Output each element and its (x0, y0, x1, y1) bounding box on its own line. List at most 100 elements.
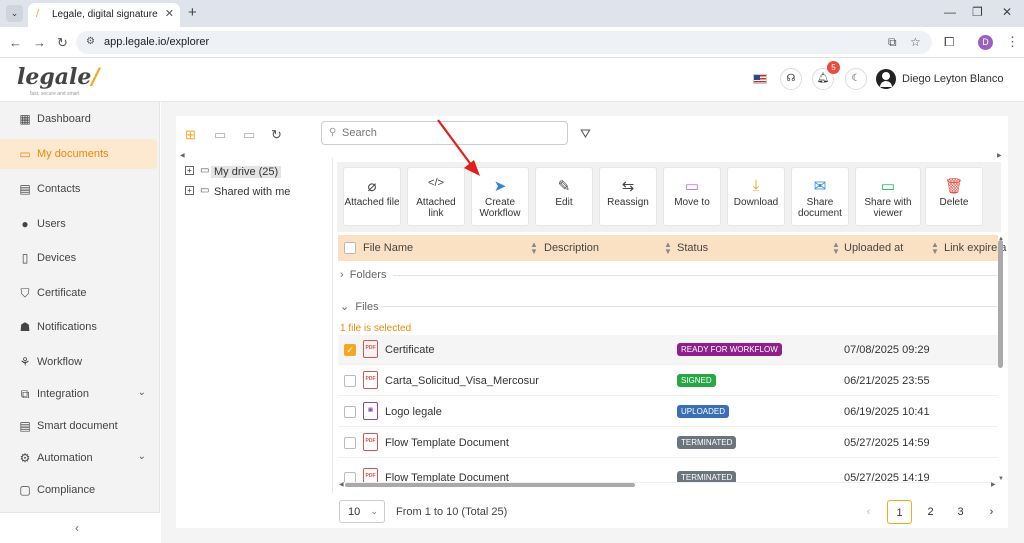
search-input[interactable] (342, 125, 562, 141)
bookmark-star-icon[interactable]: ☆ (910, 35, 921, 49)
sort-icon[interactable]: ▲ ▼ (664, 241, 672, 256)
file-name[interactable]: Flow Template Document (385, 437, 509, 449)
sidebar-item-contacts[interactable]: ▤ Contacts (0, 174, 160, 204)
table-row[interactable]: ▣ Logo legale UPLOADED 06/19/2025 10:41 (338, 397, 998, 427)
col-uploaded-at[interactable]: Uploaded at (844, 242, 903, 254)
prev-page-icon[interactable]: ‹ (856, 500, 881, 524)
browser-menu-icon[interactable]: ⋮ (1006, 34, 1019, 50)
reload-icon[interactable]: ↻ (57, 35, 68, 51)
sort-icon[interactable]: ▲ ▼ (832, 241, 840, 256)
row-checkbox[interactable] (344, 406, 356, 418)
vertical-scrollbar[interactable] (998, 240, 1003, 368)
chat-icon: ▢ (19, 483, 31, 497)
share-with-viewer-button[interactable]: ▭ Share with viewer (855, 167, 921, 226)
sidebar-item-devices[interactable]: ▯ Devices (0, 243, 160, 273)
collapse-sidebar-icon[interactable]: ‹ (75, 521, 79, 535)
file-name[interactable]: Logo legale (385, 406, 442, 418)
folder-download-icon[interactable]: ▭ (214, 127, 226, 143)
sidebar-item-notifications[interactable]: ☗ Notifications (0, 312, 160, 342)
legale-logo[interactable]: legale/ (17, 64, 99, 90)
selection-info: 1 file is selected (340, 323, 412, 334)
sidebar-item-automation[interactable]: ⚙ Automation ⌄ (0, 443, 160, 473)
table-row[interactable]: PDF Carta_Solicitud_Visa_Mercosur SIGNED 06… (338, 366, 998, 396)
sidebar-item-workflow[interactable]: ⚘ Workflow (0, 347, 160, 377)
row-checkbox[interactable] (344, 375, 356, 387)
sort-icon[interactable]: ▲ ▼ (530, 241, 538, 256)
files-section[interactable]: ⌄ Files (340, 300, 379, 313)
create-workflow-button[interactable]: ➤ Create Workflow (471, 167, 529, 226)
folder-icon[interactable]: ▭ (243, 127, 255, 143)
col-description[interactable]: Description (544, 242, 599, 254)
scroll-down-icon[interactable]: ▼ (998, 476, 1004, 482)
browser-tab[interactable]: / Legale, digital signature ✕ (28, 3, 180, 27)
row-checkbox[interactable] (344, 472, 356, 482)
page-2-button[interactable]: 2 (918, 500, 943, 524)
table-row[interactable]: PDF Flow Template Document TERMINATED 05/27… (338, 463, 998, 483)
sidebar-item-my-documents[interactable]: ▭ My documents (0, 139, 157, 169)
forward-icon[interactable]: → (33, 35, 46, 50)
user-avatar[interactable] (876, 69, 896, 89)
page-1-button[interactable]: 1 (887, 500, 912, 524)
file-name[interactable]: Certificate (385, 344, 435, 356)
restore-icon[interactable]: ❐ (972, 5, 983, 19)
expand-icon[interactable]: + (185, 166, 194, 175)
search-box[interactable]: ⚲ (321, 121, 568, 145)
attached-file-button[interactable]: ⌀ Attached file (343, 167, 401, 226)
move-to-button[interactable]: ▭ Move to (663, 167, 721, 226)
scroll-right-icon[interactable]: ▶ (991, 481, 996, 488)
file-name[interactable]: Flow Template Document (385, 472, 509, 482)
page-3-button[interactable]: 3 (948, 500, 973, 524)
extensions-icon[interactable]: ⧠ (944, 34, 954, 50)
support-headset-icon[interactable]: ☊ (780, 68, 802, 90)
table-row[interactable]: ✓ PDF Certificate READY FOR WORKFLOW 07/08/2… (338, 335, 998, 365)
sidebar-item-users[interactable]: ● Users (0, 209, 160, 239)
next-page-icon[interactable]: › (979, 500, 1004, 524)
reassign-button[interactable]: ⇆ Reassign (599, 167, 657, 226)
file-name[interactable]: Carta_Solicitud_Visa_Mercosur (385, 375, 539, 387)
site-info-icon[interactable]: ⚙ (86, 36, 95, 47)
table-row[interactable]: PDF Flow Template Document TERMINATED 05/27… (338, 428, 998, 458)
col-status[interactable]: Status (677, 242, 708, 254)
address-bar[interactable]: ⚙ app.legale.io/explorer ⧉ ☆ (76, 31, 932, 54)
sort-icon[interactable]: ▲ ▼ (931, 241, 939, 256)
profile-avatar[interactable]: D (978, 35, 993, 50)
send-icon: ➤ (493, 178, 507, 195)
delete-button[interactable]: 🗑 Delete (925, 167, 983, 226)
user-name[interactable]: Diego Leyton Blanco (902, 73, 1004, 85)
url-text[interactable]: app.legale.io/explorer (104, 36, 209, 48)
scroll-right-icon[interactable]: ▶ (997, 152, 1002, 159)
sidebar-item-smart-document[interactable]: ▤ Smart document (0, 411, 160, 441)
row-checkbox[interactable] (344, 437, 356, 449)
sidebar-item-integration[interactable]: ⧉ Integration ⌄ (0, 379, 160, 409)
download-button[interactable]: ⤓ Download (727, 167, 785, 226)
new-tab-button[interactable]: + (188, 4, 197, 21)
col-file-name[interactable]: File Name (363, 242, 413, 254)
tab-close-icon[interactable]: ✕ (165, 7, 174, 20)
expand-icon[interactable]: + (185, 186, 194, 195)
share-document-button[interactable]: ✉ Share document (791, 167, 849, 226)
folders-section[interactable]: › Folders (340, 269, 386, 281)
minimize-icon[interactable]: — (944, 5, 956, 19)
theme-toggle-icon[interactable]: ☾ (845, 68, 867, 90)
close-window-icon[interactable]: ✕ (1002, 5, 1012, 19)
sidebar-item-compliance[interactable]: ▢ Compliance (0, 475, 160, 505)
scroll-up-icon[interactable]: ▲ (998, 236, 1004, 242)
edit-button[interactable]: ✎ Edit (535, 167, 593, 226)
us-flag-icon[interactable] (753, 74, 767, 84)
back-icon[interactable]: ← (9, 35, 22, 50)
attached-link-button[interactable]: </> Attached link (407, 167, 465, 226)
notification-badge: 5 (827, 61, 840, 74)
filter-icon[interactable]: ⛛ (580, 126, 591, 142)
sidebar-item-dashboard[interactable]: ▦ Dashboard (0, 104, 160, 134)
row-checkbox[interactable]: ✓ (344, 344, 356, 356)
horizontal-scrollbar[interactable] (345, 483, 635, 487)
scroll-left-icon[interactable]: ◀ (339, 481, 344, 488)
page-size-select[interactable]: 10 ⌄ (339, 500, 385, 523)
select-all-checkbox[interactable] (344, 242, 356, 254)
action-label: Attached file (344, 197, 400, 208)
install-app-icon[interactable]: ⧉ (888, 35, 897, 50)
refresh-icon[interactable]: ↻ (271, 127, 282, 143)
new-folder-icon[interactable]: ⊞ (185, 127, 196, 143)
sidebar-item-certificate[interactable]: ⛉ Certificate (0, 278, 160, 308)
tab-search-icon[interactable]: ⌄ (6, 5, 23, 22)
